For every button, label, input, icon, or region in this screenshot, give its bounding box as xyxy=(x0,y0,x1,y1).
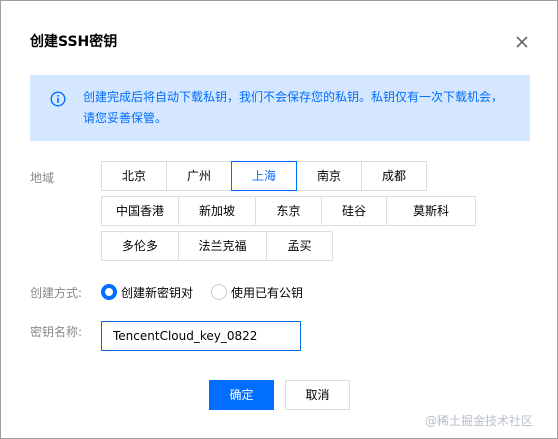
close-icon[interactable] xyxy=(514,34,530,50)
key-name-input[interactable] xyxy=(101,321,301,351)
region-option[interactable]: 孟买 xyxy=(266,231,333,261)
notice-banner: 创建完成后将自动下载私钥，我们不会保存您的私钥。私钥仅有一次下载机会，请您妥善保… xyxy=(30,75,530,141)
region-option[interactable]: 硅谷 xyxy=(321,196,387,226)
region-option[interactable]: 广州 xyxy=(166,161,232,191)
watermark: @稀土掘金技术社区 xyxy=(425,414,534,428)
radio-unchecked-icon xyxy=(211,284,227,300)
region-option[interactable]: 南京 xyxy=(296,161,362,191)
radio-use-existing-public-key[interactable]: 使用已有公钥 xyxy=(211,283,311,301)
region-option[interactable]: 东京 xyxy=(255,196,322,226)
create-ssh-key-dialog: 创建SSH密钥 创建完成后将自动下载私钥，我们不会保存您的私钥。私钥仅有一次下载… xyxy=(0,0,558,439)
create-method-label: 创建方式: xyxy=(30,286,83,300)
region-option[interactable]: 莫斯科 xyxy=(386,196,476,226)
key-name-label: 密钥名称: xyxy=(30,325,83,339)
region-option[interactable]: 成都 xyxy=(361,161,427,191)
dialog-title: 创建SSH密钥 xyxy=(30,34,118,50)
radio-create-new-keypair[interactable]: 创建新密钥对 xyxy=(101,283,201,301)
radio-label: 使用已有公钥 xyxy=(231,286,304,300)
confirm-button[interactable]: 确定 xyxy=(209,380,274,410)
info-circle-icon xyxy=(50,91,66,107)
region-option[interactable]: 中国香港 xyxy=(101,196,179,226)
radio-label: 创建新密钥对 xyxy=(121,286,194,300)
region-label: 地域 xyxy=(30,171,55,185)
cancel-button[interactable]: 取消 xyxy=(285,380,350,410)
notice-text: 创建完成后将自动下载私钥，我们不会保存您的私钥。私钥仅有一次下载机会，请您妥善保… xyxy=(83,90,504,125)
region-option[interactable]: 上海 xyxy=(231,161,297,191)
radio-checked-icon xyxy=(101,284,117,300)
region-option[interactable]: 多伦多 xyxy=(101,231,179,261)
region-option[interactable]: 法兰克福 xyxy=(178,231,267,261)
region-option[interactable]: 北京 xyxy=(101,161,167,191)
region-option[interactable]: 新加坡 xyxy=(178,196,256,226)
